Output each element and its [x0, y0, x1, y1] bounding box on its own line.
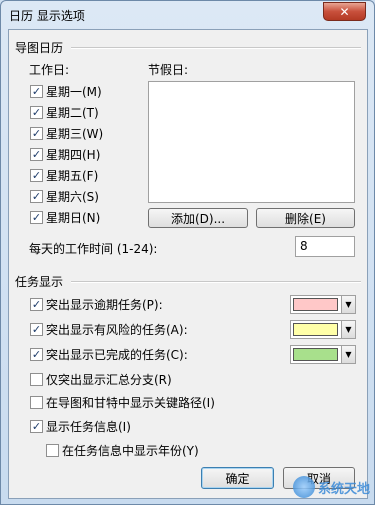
watermark-text: 系统天地 [317, 481, 370, 497]
holidays-list[interactable] [148, 81, 355, 203]
chevron-down-icon[interactable]: ▼ [341, 321, 355, 338]
checkbox-highlight-at-risk[interactable]: ✓ 突出显示有风险的任务(A): [30, 321, 188, 337]
checkbox-label: 突出显示已完成的任务(C): [46, 347, 188, 362]
chevron-down-icon[interactable]: ▼ [341, 296, 355, 313]
color-swatch [293, 323, 338, 336]
at-risk-color-picker[interactable]: ▼ [290, 320, 356, 339]
checkbox-label: 星期五(F) [46, 168, 99, 183]
check-icon: ✓ [30, 105, 43, 119]
checkbox-label: 星期三(W) [46, 126, 104, 141]
checkbox-highlight-completed[interactable]: ✓ 突出显示已完成的任务(C): [30, 346, 188, 362]
close-button[interactable]: ✕ [323, 2, 366, 21]
checkbox-label: 突出显示逾期任务(P): [46, 297, 163, 312]
checkbox-label: 在导图和甘特中显示关键路径(I) [46, 395, 215, 410]
color-swatch [293, 298, 338, 311]
checkbox-saturday[interactable]: ✓ 星期六(S) [30, 188, 99, 204]
add-holiday-button[interactable]: 添加(D)... [148, 208, 248, 228]
work-hours-input[interactable]: 8 [295, 236, 355, 257]
checkbox-label: 显示任务信息(I) [46, 419, 131, 434]
checkbox-label: 星期二(T) [46, 105, 99, 120]
check-icon: ✓ [30, 347, 43, 361]
check-icon: ✓ [30, 210, 43, 224]
check-icon: ✓ [30, 419, 43, 433]
checkbox-show-year[interactable]: 在任务信息中显示年份(Y) [46, 442, 199, 458]
checkbox-sunday[interactable]: ✓ 星期日(N) [30, 209, 100, 225]
check-icon: ✓ [30, 147, 43, 161]
title-bar: 日历 显示选项 ✕ [1, 1, 374, 29]
check-icon: ✓ [30, 322, 43, 336]
completed-color-picker[interactable]: ▼ [290, 345, 356, 364]
checkbox-label: 星期日(N) [46, 210, 101, 225]
check-icon: ✓ [30, 168, 43, 182]
checkbox-critical-path[interactable]: 在导图和甘特中显示关键路径(I) [30, 394, 215, 410]
checkbox-box [30, 372, 43, 386]
overdue-color-picker[interactable]: ▼ [290, 295, 356, 314]
checkbox-label: 仅突出显示汇总分支(R) [46, 372, 172, 387]
checkbox-box [46, 443, 59, 457]
workdays-label: 工作日: [29, 63, 70, 77]
window-title: 日历 显示选项 [9, 9, 85, 23]
checkbox-wednesday[interactable]: ✓ 星期三(W) [30, 125, 103, 141]
checkbox-show-task-info[interactable]: ✓ 显示任务信息(I) [30, 418, 131, 434]
holidays-label: 节假日: [148, 63, 189, 77]
delete-holiday-button[interactable]: 删除(E) [256, 208, 355, 228]
watermark-logo-icon [292, 476, 315, 498]
chevron-down-icon[interactable]: ▼ [341, 346, 355, 363]
checkbox-friday[interactable]: ✓ 星期五(F) [30, 167, 98, 183]
checkbox-thursday[interactable]: ✓ 星期四(H) [30, 146, 100, 162]
gantt-calendar-group-title: 导图日历 [15, 41, 64, 55]
group-divider [71, 281, 361, 283]
dialog-window: 日历 显示选项 ✕ 导图日历 工作日: 节假日: ✓ 星期一(M) ✓ 星期二(… [0, 0, 375, 505]
task-display-group-title: 任务显示 [15, 275, 64, 289]
watermark: 系统天地 [292, 476, 370, 498]
checkbox-label: 星期六(S) [46, 189, 99, 204]
checkbox-label: 突出显示有风险的任务(A): [46, 322, 188, 337]
group-divider [71, 47, 361, 49]
checkbox-summary-only[interactable]: 仅突出显示汇总分支(R) [30, 371, 172, 387]
checkbox-tuesday[interactable]: ✓ 星期二(T) [30, 104, 99, 120]
check-icon: ✓ [30, 189, 43, 203]
check-icon: ✓ [30, 297, 43, 311]
checkbox-label: 星期一(M) [46, 84, 102, 99]
color-swatch [293, 348, 338, 361]
check-icon: ✓ [30, 126, 43, 140]
checkbox-label: 星期四(H) [46, 147, 101, 162]
checkbox-label: 在任务信息中显示年份(Y) [62, 443, 199, 458]
check-icon: ✓ [30, 84, 43, 98]
checkbox-box [30, 395, 43, 409]
work-hours-label: 每天的工作时间 (1-24): [29, 242, 158, 256]
ok-button[interactable]: 确定 [201, 467, 274, 489]
checkbox-monday[interactable]: ✓ 星期一(M) [30, 83, 102, 99]
dialog-body: 导图日历 工作日: 节假日: ✓ 星期一(M) ✓ 星期二(T) ✓ 星期三(W… [8, 29, 368, 499]
close-icon: ✕ [339, 4, 350, 19]
checkbox-highlight-overdue[interactable]: ✓ 突出显示逾期任务(P): [30, 296, 163, 312]
